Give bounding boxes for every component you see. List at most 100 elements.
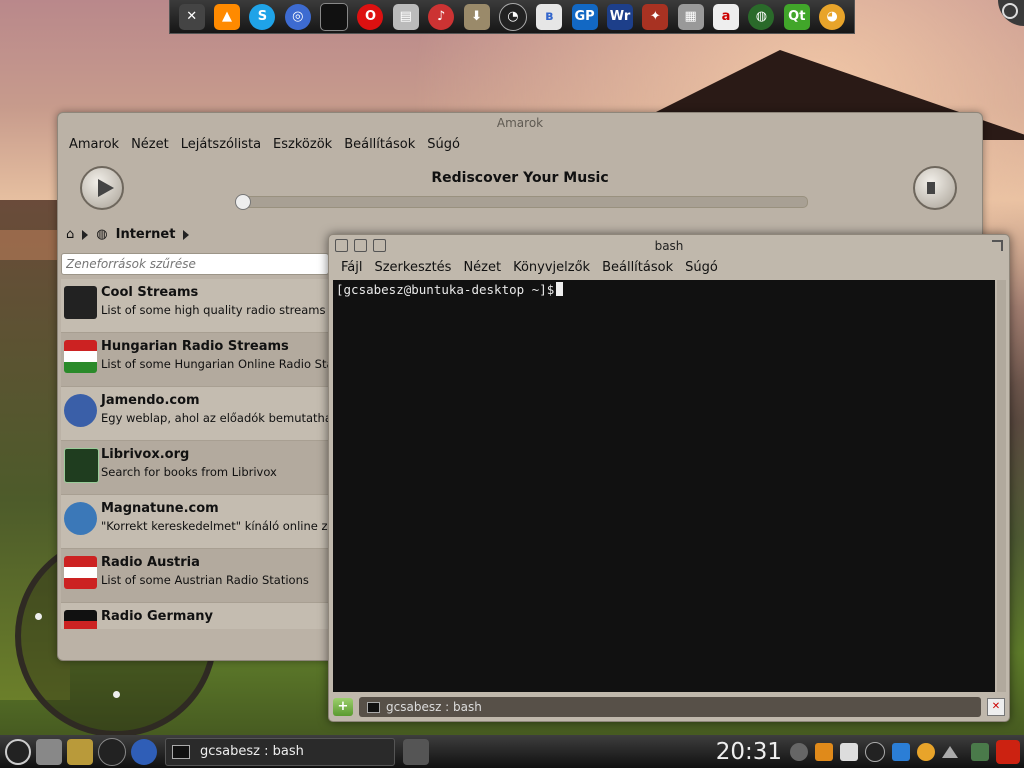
network-icon[interactable] — [865, 741, 885, 762]
service-item[interactable]: Jamendo.com Egy weblap, ahol az előadók … — [61, 387, 331, 441]
gauge-icon[interactable] — [98, 737, 126, 766]
media-icon[interactable]: ♪ — [428, 3, 455, 30]
service-name: Hungarian Radio Streams — [101, 339, 289, 354]
track-progress-slider[interactable] — [235, 194, 808, 210]
service-item[interactable]: Radio Germany — [61, 603, 331, 629]
service-item[interactable]: Cool Streams List of some high quality r… — [61, 279, 331, 333]
kde-menu-icon[interactable] — [5, 738, 31, 765]
cd-icon[interactable] — [917, 742, 935, 761]
menu-settings[interactable]: Beállítások — [602, 260, 673, 275]
jamendo-icon — [64, 394, 97, 427]
terminal-tab-icon — [367, 701, 380, 713]
service-item[interactable]: Hungarian Radio Streams List of some Hun… — [61, 333, 331, 387]
service-description: Egy weblap, ahol az előadók bemutathatjá… — [101, 411, 331, 425]
globe-icon[interactable]: ◍ — [748, 3, 775, 30]
menu-file[interactable]: Fájl — [341, 260, 362, 275]
terminal-icon[interactable] — [320, 2, 349, 31]
service-item[interactable]: Librivox.org Search for books from Libri… — [61, 441, 331, 495]
clipboard-icon[interactable] — [840, 742, 858, 761]
skype-icon[interactable]: S — [249, 3, 276, 30]
amarok-title: Amarok — [496, 116, 544, 130]
browser-icon[interactable]: ◎ — [284, 3, 311, 30]
gauge-icon[interactable]: ◔ — [498, 2, 527, 31]
download-icon[interactable] — [892, 742, 910, 761]
service-item[interactable]: Radio Austria List of some Austrian Radi… — [61, 549, 331, 603]
tab-bash[interactable]: gcsabesz : bash — [359, 697, 981, 717]
source-filter-input[interactable] — [61, 253, 329, 275]
breadcrumb-arrow-icon[interactable] — [183, 229, 190, 240]
konsole-menubar: Fájl Szerkesztés Nézet Könyvjelzők Beáll… — [341, 260, 718, 275]
breadcrumb-internet[interactable]: Internet — [116, 227, 176, 242]
qt-icon[interactable]: Qt — [783, 3, 810, 30]
magnatune-icon — [64, 502, 97, 535]
taskbar-item-konsole[interactable]: gcsabesz : bash — [165, 737, 395, 766]
konsole-title: bash — [654, 239, 684, 253]
breadcrumb-arrow-icon[interactable] — [82, 229, 89, 240]
now-playing-title: Rediscover Your Music — [431, 170, 609, 186]
speaker-icon — [927, 182, 935, 194]
rss-icon[interactable] — [815, 742, 833, 761]
menu-view[interactable]: Nézet — [131, 137, 169, 152]
shell-prompt: [gcsabesz@buntuka-desktop ~]$ — [336, 282, 555, 297]
gp-icon[interactable]: GP — [571, 3, 598, 30]
austria-flag-icon — [64, 556, 97, 589]
menu-amarok[interactable]: Amarok — [69, 137, 119, 152]
service-item[interactable]: Magnatune.com "Korrekt kereskedelmet" kí… — [61, 495, 331, 549]
desktop-corner-icon[interactable] — [998, 0, 1024, 26]
service-name: Radio Germany — [101, 609, 213, 624]
info-icon[interactable] — [790, 742, 808, 761]
menu-edit[interactable]: Szerkesztés — [374, 260, 451, 275]
bluetooth-icon[interactable]: ʙ — [536, 3, 563, 30]
terminal-icon — [172, 744, 190, 759]
installer-icon[interactable]: ⬇ — [463, 3, 490, 30]
panel-clock[interactable]: 20:31 — [716, 739, 782, 765]
calculator-icon[interactable]: ▦ — [677, 3, 704, 30]
gimp-icon[interactable]: ◕ — [819, 3, 846, 30]
clock-hour-marker — [35, 613, 42, 620]
volume-button[interactable] — [913, 166, 957, 210]
service-name: Jamendo.com — [101, 393, 200, 408]
germany-flag-icon — [64, 610, 97, 629]
menu-view[interactable]: Nézet — [463, 260, 501, 275]
vlc-icon[interactable]: ▲ — [214, 3, 241, 30]
service-name: Cool Streams — [101, 285, 199, 300]
bird-icon[interactable]: ✦ — [642, 3, 669, 30]
menu-bookmarks[interactable]: Könyvjelzők — [513, 260, 590, 275]
window-close-icon[interactable] — [992, 240, 1003, 251]
top-dock: ✕ ▲ S ◎ O ▤ ♪ ⬇ ◔ ʙ GP Wr ✦ ▦ a ◍ Qt ◕ — [169, 0, 855, 34]
breadcrumb: ⌂ ◍ Internet — [66, 227, 190, 242]
menu-tools[interactable]: Eszközök — [273, 137, 332, 152]
tray-expand-icon[interactable] — [942, 745, 958, 758]
service-description: Search for books from Librivox — [101, 465, 277, 479]
dictionary-icon[interactable]: a — [713, 3, 740, 30]
konsole-window: bash Fájl Szerkesztés Nézet Könyvjelzők … — [328, 234, 1010, 722]
globe-small-icon: ◍ — [96, 227, 108, 242]
archive-icon[interactable]: ▤ — [392, 3, 419, 30]
menu-help[interactable]: Súgó — [685, 260, 718, 275]
menu-help[interactable]: Súgó — [427, 137, 460, 152]
terminal-scrollbar[interactable] — [997, 280, 1006, 692]
file-manager-icon[interactable] — [67, 738, 93, 765]
opera-icon[interactable]: O — [357, 3, 384, 30]
home-icon[interactable]: ⌂ — [66, 227, 74, 242]
amarok-menubar: Amarok Nézet Lejátszólista Eszközök Beál… — [69, 137, 460, 152]
tools-icon[interactable]: ✕ — [178, 3, 205, 30]
desktop-pager-icon[interactable] — [971, 742, 989, 761]
new-tab-button[interactable]: + — [333, 698, 353, 716]
home-folder-icon[interactable] — [36, 738, 62, 765]
taskbar-label: gcsabesz : bash — [200, 744, 304, 759]
browser-icon[interactable] — [131, 738, 157, 765]
service-name: Magnatune.com — [101, 501, 219, 516]
service-description: List of some Hungarian Online Radio Stat… — [101, 357, 331, 371]
terminal-area[interactable]: [gcsabesz@buntuka-desktop ~]$ — [333, 280, 995, 692]
service-name: Librivox.org — [101, 447, 190, 462]
service-description: "Korrekt kereskedelmet" kínáló online ze… — [101, 519, 331, 533]
menu-playlist[interactable]: Lejátszólista — [181, 137, 261, 152]
bottom-panel: gcsabesz : bash 20:31 — [0, 735, 1024, 768]
tools-icon[interactable] — [403, 738, 429, 765]
writer-icon[interactable]: Wr — [606, 3, 633, 30]
power-icon[interactable] — [996, 739, 1020, 764]
menu-settings[interactable]: Beállítások — [344, 137, 415, 152]
close-tab-button[interactable]: ✕ — [987, 698, 1005, 716]
progress-knob[interactable] — [235, 194, 251, 210]
